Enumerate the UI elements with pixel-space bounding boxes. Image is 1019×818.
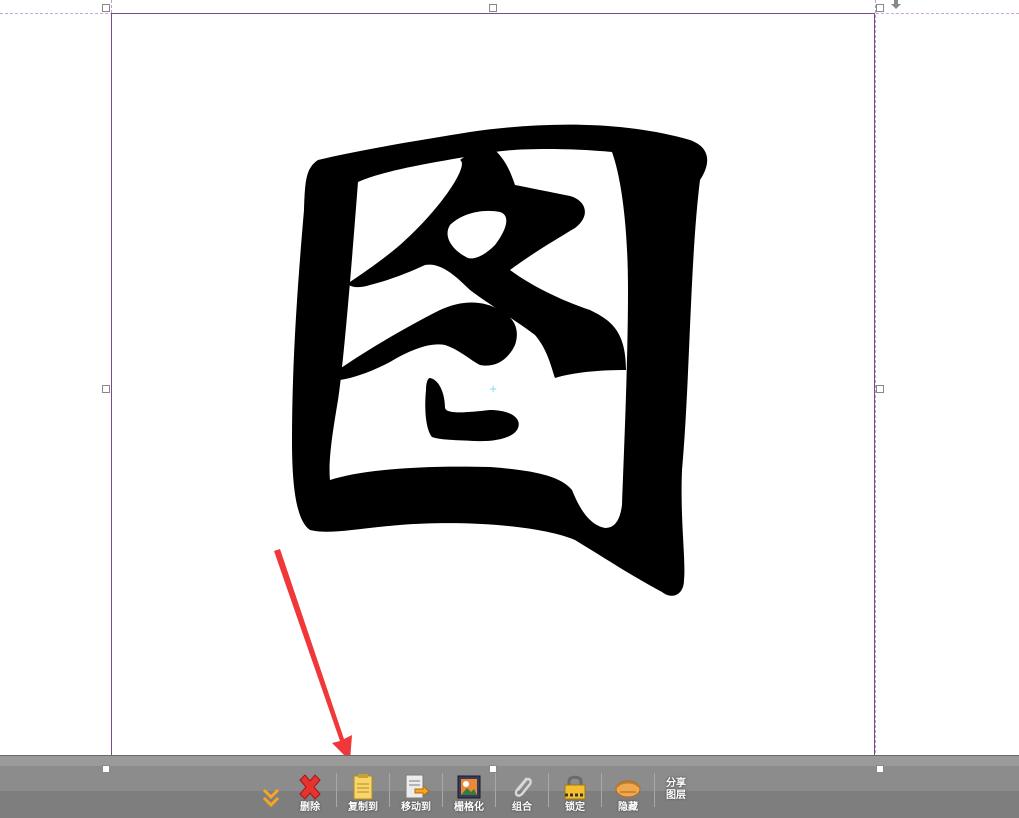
editor-canvas-stage: + 删除 复制到 移动到 栅格化 组合 锁定 隐藏 分享图层 — [0, 0, 1019, 818]
lock-label: 锁定 — [565, 802, 585, 813]
lock-icon — [560, 772, 590, 802]
toolbar-separator — [654, 773, 655, 807]
resize-handle-bottom-left[interactable] — [102, 765, 110, 773]
toolbar-separator — [389, 773, 390, 807]
move-to-label: 移动到 — [401, 802, 431, 813]
double-chevron-down-icon — [256, 784, 286, 814]
toolbar-separator — [548, 773, 549, 807]
rasterize-label: 栅格化 — [454, 802, 484, 813]
move-to-button[interactable]: 移动到 — [394, 766, 438, 814]
copy-document-icon — [348, 772, 378, 802]
rotation-center-icon[interactable]: + — [489, 385, 497, 395]
resize-handle-left[interactable] — [102, 385, 110, 393]
hide-eye-icon — [613, 772, 643, 802]
toolbar-separator — [495, 773, 496, 807]
copy-to-label: 复制到 — [348, 802, 378, 813]
copy-to-button[interactable]: 复制到 — [341, 766, 385, 814]
annotation-arrow — [274, 549, 352, 761]
hide-button[interactable]: 隐藏 — [606, 766, 650, 814]
toolbar-separator — [336, 773, 337, 807]
delete-label: 删除 — [300, 802, 320, 813]
down-arrow-icon[interactable] — [890, 0, 902, 10]
delete-x-icon — [295, 772, 325, 802]
layer-toolbar: 删除 复制到 移动到 栅格化 组合 锁定 隐藏 分享图层 — [258, 766, 693, 814]
resize-handle-bottom-right[interactable] — [876, 765, 884, 773]
share-layer-label: 分享图层 — [666, 778, 686, 801]
toolbar-separator — [442, 773, 443, 807]
group-button[interactable]: 组合 — [500, 766, 544, 814]
resize-handle-top-right[interactable] — [876, 4, 884, 12]
toolbar-separator — [601, 773, 602, 807]
rasterize-button[interactable]: 栅格化 — [447, 766, 491, 814]
lock-button[interactable]: 锁定 — [553, 766, 597, 814]
delete-button[interactable]: 删除 — [288, 766, 332, 814]
group-label: 组合 — [512, 802, 532, 813]
resize-handle-right[interactable] — [876, 385, 884, 393]
rasterize-image-icon — [454, 772, 484, 802]
resize-handle-top-left[interactable] — [102, 4, 110, 12]
paperclip-icon — [507, 772, 537, 802]
move-document-icon — [401, 772, 431, 802]
resize-handle-top[interactable] — [489, 4, 497, 12]
share-layer-button[interactable]: 分享图层 — [659, 766, 693, 814]
toolbar-top-strip — [0, 755, 1019, 766]
hide-label: 隐藏 — [618, 802, 638, 813]
expand-toolbar-button[interactable] — [258, 766, 284, 814]
